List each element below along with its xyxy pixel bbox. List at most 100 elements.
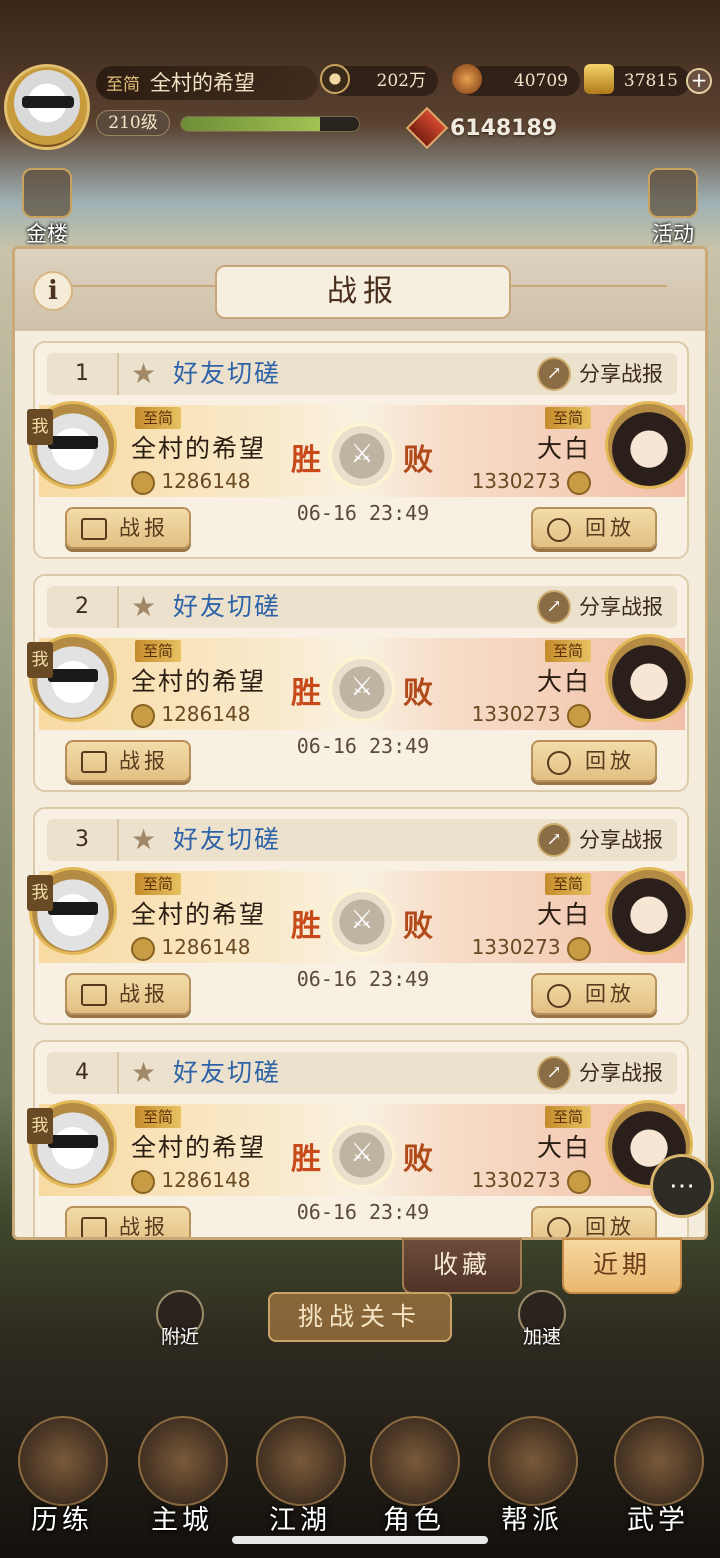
opponent-name: 大白 — [536, 667, 591, 696]
training-icon — [18, 1416, 108, 1506]
battle-card-header: 1 ★ 好友切磋 ↗ 分享战报 — [47, 353, 677, 395]
player-level: 210级 — [96, 110, 170, 136]
city-gate-icon — [138, 1416, 228, 1506]
player-power-value: 1286148 — [161, 702, 251, 726]
view-report-button[interactable]: 战报 — [65, 740, 191, 782]
sect-icon — [488, 1416, 578, 1506]
nav-jianghu[interactable]: 江湖 — [244, 1400, 356, 1540]
nearby-button[interactable]: 附近 — [150, 1290, 210, 1350]
opponent-power-value: 1330273 — [471, 1168, 561, 1192]
battle-card: 4 ★ 好友切磋 ↗ 分享战报 我 至简 全村的希望 1286148 胜 ⚔ 败 … — [27, 1040, 693, 1237]
event-button[interactable]: 活动 — [642, 168, 704, 246]
nav-label: 主城 — [151, 1505, 213, 1536]
battle-type: 好友切磋 — [173, 592, 282, 621]
opponent-vip-tag: 至简 — [544, 407, 591, 429]
gold-ingot-icon — [584, 64, 614, 94]
crossed-swords-icon: ⚔ — [350, 1138, 374, 1168]
view-report-button[interactable]: 战报 — [65, 1206, 191, 1237]
lose-label: 败 — [403, 676, 433, 711]
win-label: 胜 — [291, 676, 321, 711]
star-icon[interactable]: ★ — [131, 825, 161, 855]
versus-emblem: ⚔ — [327, 421, 397, 491]
replay-button[interactable]: 回放 — [531, 740, 657, 782]
player-power: 1286148 — [131, 700, 250, 728]
opponent-name: 大白 — [536, 900, 591, 929]
player-power-value: 1286148 — [161, 935, 251, 959]
crossed-swords-icon: ⚔ — [350, 672, 374, 702]
replay-button[interactable]: 回放 — [531, 973, 657, 1015]
crossed-swords-icon: ⚔ — [350, 439, 374, 469]
challenge-stage-button[interactable]: 挑战关卡 — [268, 1292, 452, 1342]
opponent-portrait[interactable] — [605, 867, 693, 955]
player-name: 全村的希望 — [131, 900, 267, 929]
battle-list[interactable]: 1 ★ 好友切磋 ↗ 分享战报 我 至简 全村的希望 1286148 胜 ⚔ 败 … — [15, 331, 705, 1237]
nav-martial-arts[interactable]: 武学 — [602, 1400, 714, 1540]
share-report-button[interactable]: ↗ 分享战报 — [537, 590, 663, 624]
share-report-button[interactable]: ↗ 分享战报 — [537, 1056, 663, 1090]
opponent-portrait[interactable] — [605, 401, 693, 489]
battle-card-header: 4 ★ 好友切磋 ↗ 分享战报 — [47, 1052, 677, 1094]
nav-training[interactable]: 历练 — [6, 1400, 118, 1540]
opponent-portrait[interactable] — [605, 634, 693, 722]
replay-button[interactable]: 回放 — [531, 1206, 657, 1237]
panel-title: 战报 — [215, 265, 511, 319]
replay-button[interactable]: 回放 — [531, 507, 657, 549]
report-list-icon — [81, 518, 107, 540]
replay-label: 回放 — [585, 516, 635, 540]
star-icon[interactable]: ★ — [131, 592, 161, 622]
tab-recent[interactable]: 近期 — [562, 1238, 682, 1294]
xp-bar-fill — [181, 117, 320, 131]
player-vip-tag: 至简 — [135, 640, 182, 662]
battle-index: 4 — [47, 1052, 119, 1094]
share-icon: ↗ — [537, 1056, 571, 1090]
star-icon[interactable]: ★ — [131, 359, 161, 389]
share-label: 分享战报 — [579, 595, 663, 619]
tab-favorites[interactable]: 收藏 — [402, 1238, 522, 1294]
speedup-button[interactable]: 加速 — [512, 1290, 572, 1350]
share-report-button[interactable]: ↗ 分享战报 — [537, 357, 663, 391]
play-icon — [547, 751, 571, 775]
share-label: 分享战报 — [579, 362, 663, 386]
player-vip-tag: 至简 — [135, 873, 182, 895]
info-button[interactable]: i — [33, 271, 73, 311]
player-name-plate: 至简 全村的希望 — [96, 66, 318, 100]
ingot-icon — [452, 64, 482, 94]
opponent-name: 大白 — [536, 434, 591, 463]
player-vip-badge: 至简 — [106, 75, 140, 95]
jianghu-icon — [256, 1416, 346, 1506]
chat-bubble-button[interactable]: ⋯ — [650, 1154, 714, 1218]
scroll-icon — [614, 1416, 704, 1506]
battle-index: 1 — [47, 353, 119, 395]
battle-index: 3 — [47, 819, 119, 861]
nav-sect[interactable]: 帮派 — [476, 1400, 588, 1540]
player-name: 全村的希望 — [131, 434, 267, 463]
xp-bar — [180, 116, 360, 132]
nav-character[interactable]: 角色 — [358, 1400, 470, 1540]
gold-tower-button[interactable]: 金楼 — [16, 168, 78, 246]
share-icon: ↗ — [537, 590, 571, 624]
player-name: 全村的希望 — [131, 667, 267, 696]
player-vip-tag: 至简 — [135, 407, 182, 429]
me-tag: 我 — [27, 409, 53, 445]
report-label: 战报 — [119, 1215, 169, 1237]
add-gold-icon[interactable]: + — [686, 68, 712, 94]
view-report-button[interactable]: 战报 — [65, 507, 191, 549]
view-report-button[interactable]: 战报 — [65, 973, 191, 1015]
versus-emblem: ⚔ — [327, 887, 397, 957]
share-icon: ↗ — [537, 823, 571, 857]
opponent-power: 1330273 — [472, 700, 591, 728]
share-label: 分享战报 — [579, 828, 663, 852]
player-power-value: 1286148 — [161, 1168, 251, 1192]
lose-label: 败 — [403, 909, 433, 944]
nav-label: 历练 — [31, 1505, 93, 1536]
power-icon — [567, 470, 591, 495]
share-label: 分享战报 — [579, 1061, 663, 1085]
player-power: 1286148 — [131, 1166, 250, 1194]
battle-card-header: 3 ★ 好友切磋 ↗ 分享战报 — [47, 819, 677, 861]
share-report-button[interactable]: ↗ 分享战报 — [537, 823, 663, 857]
nav-main-city[interactable]: 主城 — [126, 1400, 238, 1540]
versus-emblem: ⚔ — [327, 1120, 397, 1190]
star-icon[interactable]: ★ — [131, 1058, 161, 1088]
opponent-vip-tag: 至简 — [544, 640, 591, 662]
player-power: 1286148 — [131, 933, 250, 961]
